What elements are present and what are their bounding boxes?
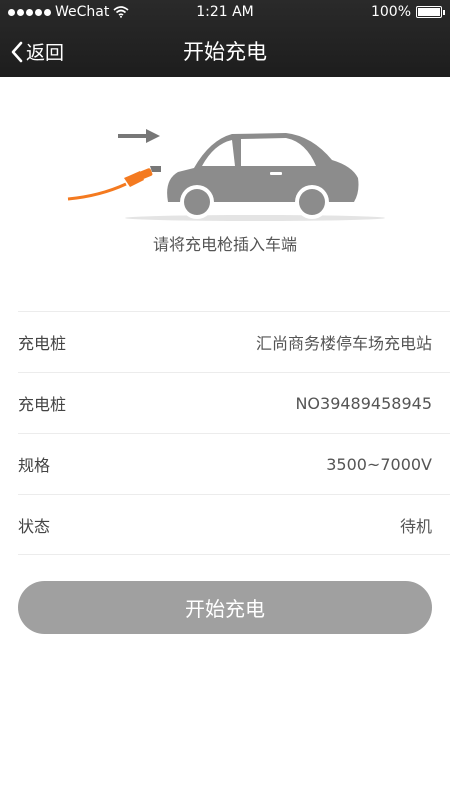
status-bar: WeChat 1:21 AM 100% xyxy=(0,0,450,24)
page-title: 开始充电 xyxy=(183,40,267,64)
charging-plug-icon xyxy=(124,166,161,187)
row-value: 汇尚商务楼停车场充电站 xyxy=(255,334,432,353)
info-row-charger-id: 充电桩 NO39489458945 xyxy=(18,372,450,433)
status-right: 100% xyxy=(370,4,445,20)
info-row-status: 状态 待机 xyxy=(18,494,450,555)
row-label: 充电桩 xyxy=(18,334,67,353)
info-row-spec: 规格 3500~7000V xyxy=(18,433,450,494)
car-body xyxy=(167,133,359,219)
battery-icon xyxy=(416,6,445,18)
info-row-station: 充电桩 汇尚商务楼停车场充电站 xyxy=(18,311,450,372)
battery-percent: 100% xyxy=(370,4,411,20)
row-value: NO39489458945 xyxy=(295,393,432,413)
row-value: 3500~7000V xyxy=(326,454,432,474)
arrow-right-icon xyxy=(118,129,160,143)
navbar: 返回 开始充电 xyxy=(0,24,450,77)
info-list: 充电桩 汇尚商务楼停车场充电站 充电桩 NO39489458945 规格 350… xyxy=(18,311,450,555)
row-label: 规格 xyxy=(18,456,51,475)
charging-cable xyxy=(67,182,127,201)
start-charging-button[interactable]: 开始充电 xyxy=(18,581,432,634)
car-illustration xyxy=(67,129,385,221)
top-bar: WeChat 1:21 AM 100% 返回 开始充电 xyxy=(0,0,450,77)
plug-in-hint: 请将充电枪插入车端 xyxy=(152,235,297,254)
ground-shadow xyxy=(125,215,385,221)
row-label: 状态 xyxy=(18,516,51,536)
row-label: 充电桩 xyxy=(18,395,67,414)
row-value: 待机 xyxy=(399,516,432,536)
